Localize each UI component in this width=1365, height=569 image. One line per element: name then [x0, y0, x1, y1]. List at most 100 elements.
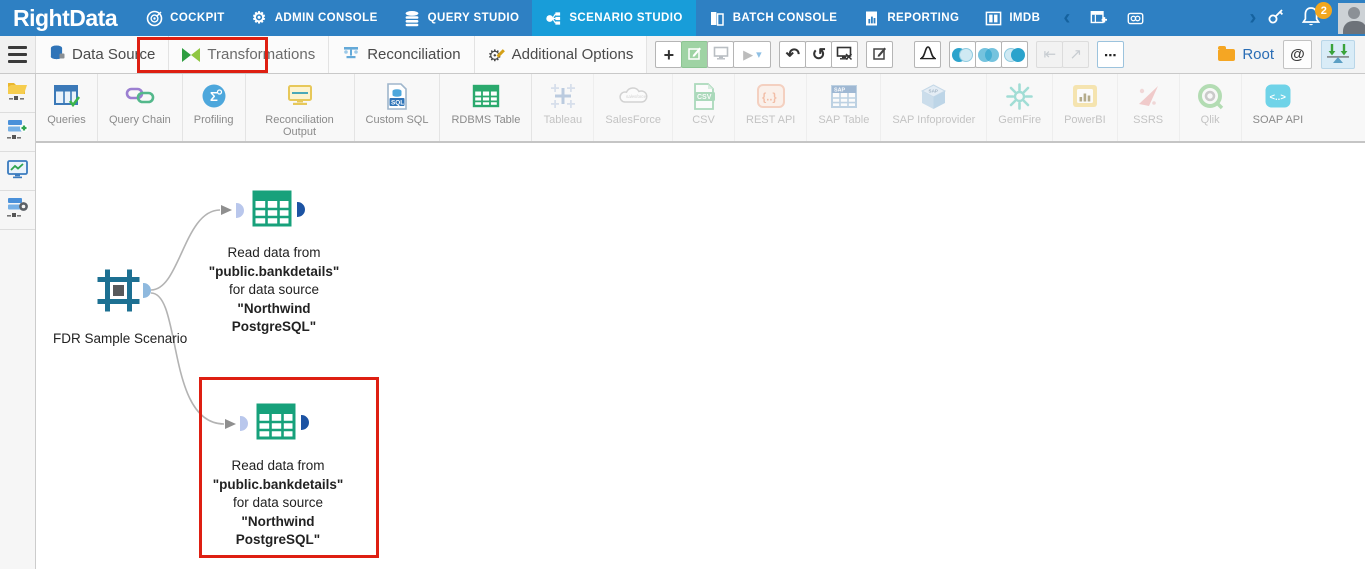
auto-arrange-button[interactable]: [1321, 40, 1355, 69]
nav-scroll-right-icon[interactable]: ›: [1239, 0, 1266, 36]
nav-scroll-left-icon[interactable]: ‹: [1053, 0, 1080, 36]
notifications-bell-icon[interactable]: 2: [1300, 2, 1333, 31]
palette-item-query-chain[interactable]: Query Chain: [98, 74, 183, 141]
locate-icon: @: [1290, 46, 1305, 63]
folder-network-icon: [6, 79, 29, 107]
palette-item-ssrs[interactable]: SSRS: [1118, 74, 1180, 141]
venn-left-icon: [952, 47, 974, 62]
scenario-studio-icon: [545, 10, 562, 27]
venn-full-button[interactable]: [975, 41, 1003, 68]
sap-table-icon: SAP: [830, 81, 858, 111]
node-top-label: Read data from "public.bankdetails" for …: [194, 244, 354, 337]
nav-item-query-studio[interactable]: QUERY STUDIO: [391, 0, 533, 36]
history-button[interactable]: ↺: [805, 41, 833, 68]
monitor-view-button[interactable]: [707, 41, 735, 68]
nav-item-scenario-studio[interactable]: SCENARIO STUDIO: [532, 0, 696, 36]
palette-item-queries[interactable]: Queries: [36, 74, 98, 141]
scenario-frame-icon: [96, 269, 141, 317]
collapse-panel-button[interactable]: ⇤: [1036, 41, 1064, 68]
palette-item-csv[interactable]: CSV CSV: [673, 74, 736, 141]
toolbar-group-more: ▪▪▪: [1097, 41, 1125, 68]
palette-item-powerbi[interactable]: PowerBI: [1053, 74, 1118, 141]
palette-item-profiling[interactable]: Σ Profiling: [183, 74, 246, 141]
add-button[interactable]: +: [655, 41, 683, 68]
palette-item-rdbms-table[interactable]: RDBMS Table: [440, 74, 533, 141]
palette-item-label: Qlik: [1200, 114, 1220, 126]
hamburger-menu-button[interactable]: [0, 36, 36, 73]
nav-item-label: SCENARIO STUDIO: [569, 12, 683, 24]
palette-item-qlik[interactable]: Qlik: [1180, 74, 1242, 141]
distribution-button[interactable]: [914, 41, 942, 68]
venn-right-button[interactable]: [1001, 41, 1029, 68]
tab-reconciliation[interactable]: Reconciliation: [329, 36, 475, 73]
nav-item-cockpit[interactable]: COCKPIT: [133, 0, 238, 36]
palette-item-sap-table[interactable]: SAP SAP Table: [807, 74, 882, 141]
transformation-node-top[interactable]: [252, 190, 292, 232]
svg-text:CSV: CSV: [697, 94, 712, 101]
table-plus-icon[interactable]: [1090, 10, 1108, 27]
user-avatar[interactable]: [1338, 2, 1365, 34]
nav-item-label: IMDB: [1009, 12, 1041, 24]
transformation-node-bottom[interactable]: [256, 403, 296, 445]
palette-item-label: Custom SQL: [365, 114, 429, 126]
toolbar-group-analysis: [914, 41, 1029, 68]
palette-item-salesforce[interactable]: salesforce SalesForce: [594, 74, 674, 141]
sidebar-item-scenario-folders[interactable]: [0, 74, 35, 113]
node-label-line: Read data from: [231, 458, 325, 473]
nav-item-admin-console[interactable]: ⚙ ADMIN CONSOLE: [238, 0, 391, 36]
toolbar-right-cluster: Root @: [1218, 40, 1365, 69]
sidebar-item-monitor[interactable]: [0, 152, 35, 191]
folder-icon: [1218, 45, 1236, 61]
palette-item-custom-sql[interactable]: SQL Custom SQL: [355, 74, 441, 141]
open-external-button[interactable]: ↗: [1062, 41, 1090, 68]
palette-item-soap-api[interactable]: <..> SOAP API: [1242, 74, 1315, 141]
batch-console-icon: [709, 10, 726, 27]
edit-mode-button[interactable]: [681, 41, 709, 68]
rightdata-logo[interactable]: RightData: [0, 5, 133, 32]
edit-properties-button[interactable]: [866, 41, 894, 68]
sidebar-item-add-source[interactable]: [0, 113, 35, 152]
custom-sql-icon: SQL: [386, 81, 408, 111]
palette-item-sap-infoprovider[interactable]: SAP SAP Infoprovider: [881, 74, 988, 141]
palette-item-label: REST API: [746, 114, 796, 126]
nav-item-label: BATCH CONSOLE: [732, 12, 838, 24]
run-button[interactable]: ▶ ▾: [733, 41, 772, 68]
tab-transformations[interactable]: Transformations: [169, 36, 330, 73]
nav-item-label: ADMIN CONSOLE: [274, 12, 378, 24]
root-breadcrumb[interactable]: Root: [1218, 45, 1274, 63]
nav-item-batch-console[interactable]: BATCH CONSOLE: [696, 0, 851, 36]
palette-item-label: Reconciliation Output: [265, 114, 334, 138]
palette-item-tableau[interactable]: Tableau: [532, 74, 595, 141]
query-chain-icon: [125, 81, 155, 111]
tab-label: Additional Options: [511, 46, 634, 63]
left-sidebar: [0, 74, 36, 569]
database-icon: [49, 44, 65, 65]
bell-curve-icon: [919, 45, 937, 64]
undo-button[interactable]: ↶: [779, 41, 807, 68]
nav-item-imdb[interactable]: IMDB: [972, 0, 1053, 36]
venn-full-icon: [978, 47, 1000, 62]
root-label: Root: [1242, 46, 1274, 63]
key-icon[interactable]: [1266, 6, 1286, 31]
link-card-icon[interactable]: [1127, 10, 1144, 27]
collapse-icon: ⇤: [1043, 46, 1057, 63]
node-label-line: "public.bankdetails": [208, 263, 340, 279]
palette-item-rest-api[interactable]: {..} REST API: [735, 74, 808, 141]
more-options-button[interactable]: ▪▪▪: [1097, 41, 1125, 68]
scenario-node[interactable]: [96, 268, 141, 318]
source-settings-icon: [6, 196, 29, 224]
palette-item-label: SOAP API: [1252, 114, 1304, 126]
palette-item-gemfire[interactable]: GemFire: [987, 74, 1054, 141]
locate-button[interactable]: @: [1283, 40, 1312, 69]
export-monitor-button[interactable]: [831, 41, 859, 68]
sidebar-item-source-settings[interactable]: [0, 191, 35, 230]
tab-data-source[interactable]: Data Source: [36, 36, 170, 73]
ellipsis-icon: ▪▪▪: [1104, 49, 1118, 60]
venn-left-button[interactable]: [949, 41, 977, 68]
palette-item-reconciliation-output[interactable]: Reconciliation Output: [246, 74, 355, 141]
node-label-line: PostgreSQL": [231, 319, 317, 334]
avatar-body: [1342, 20, 1365, 34]
nav-item-reporting[interactable]: REPORTING: [850, 0, 972, 36]
palette-item-label: GemFire: [998, 114, 1042, 126]
tab-additional-options[interactable]: ⚙ Additional Options: [474, 36, 648, 73]
